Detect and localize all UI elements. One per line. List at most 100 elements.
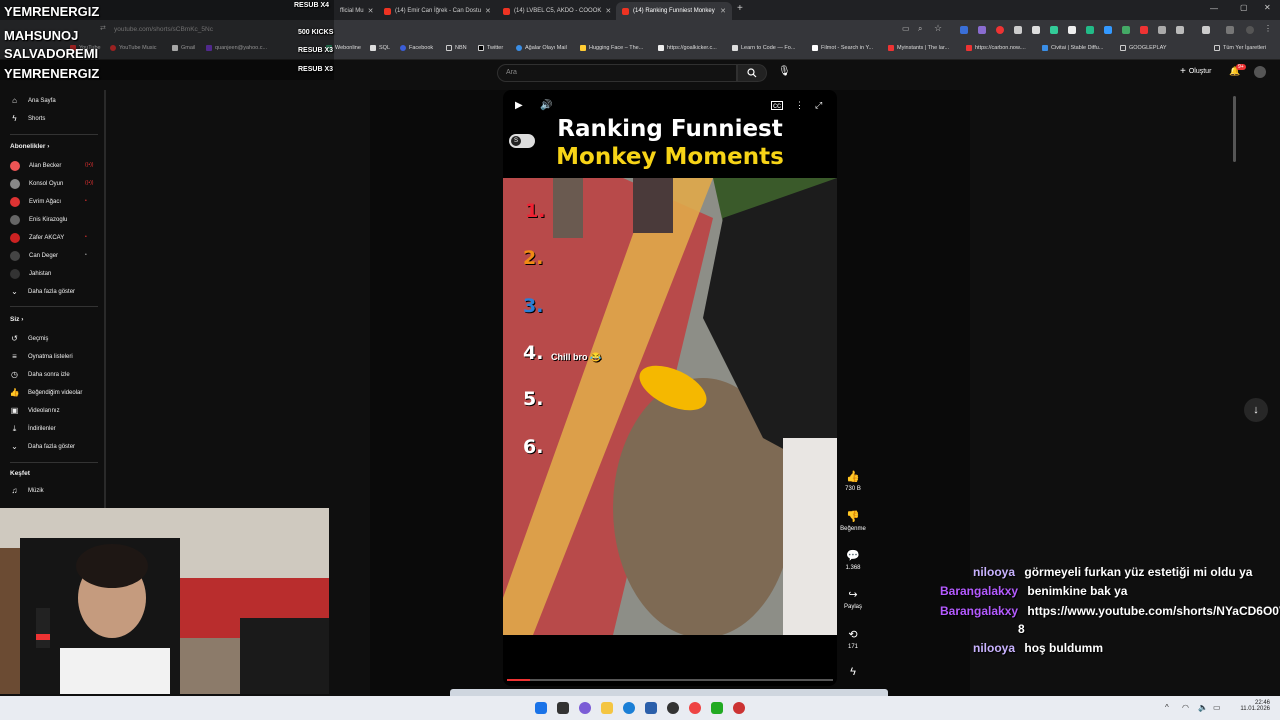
play-icon[interactable]: ▶ xyxy=(515,100,523,111)
edge-icon[interactable] xyxy=(623,702,635,714)
store-icon[interactable] xyxy=(645,702,657,714)
star-icon[interactable]: ☆ xyxy=(934,23,942,34)
sound-button[interactable]: ϟ xyxy=(840,666,866,681)
app-icon[interactable] xyxy=(733,702,745,714)
chrome-icon[interactable] xyxy=(689,702,701,714)
extension-icon[interactable] xyxy=(1122,26,1130,34)
wifi-icon[interactable]: ◠ xyxy=(1182,703,1189,712)
search-button[interactable] xyxy=(737,64,767,82)
remix-button[interactable]: ⟲ 171 xyxy=(840,628,866,650)
close-icon[interactable]: ✕ xyxy=(720,7,726,15)
volume-icon[interactable]: 🔈 xyxy=(1198,703,1208,712)
bookmark[interactable]: NBN xyxy=(446,45,467,51)
sidebar-item-watch-later[interactable]: ◷ Daha sonra izle xyxy=(10,370,70,379)
minimize-icon[interactable]: — xyxy=(1210,4,1218,13)
sidebar-item-shorts[interactable]: ϟ Shorts xyxy=(10,114,45,123)
extension-icon[interactable] xyxy=(1032,26,1040,34)
subscriptions-header[interactable]: Abonelikler › xyxy=(10,143,49,150)
install-icon[interactable]: ▭ xyxy=(902,24,910,33)
bookmark[interactable]: https://goalkicker.c... xyxy=(658,45,717,51)
sidebar-scrollbar[interactable] xyxy=(104,90,106,510)
bookmark[interactable]: Myinstants | The lar... xyxy=(888,45,949,51)
start-icon[interactable] xyxy=(535,702,547,714)
file-explorer-icon[interactable] xyxy=(601,702,613,714)
bookmark[interactable]: Facebook xyxy=(400,45,433,51)
sidepanel-icon[interactable] xyxy=(1226,26,1234,34)
extension-icon[interactable] xyxy=(978,26,986,34)
browser-tab-active[interactable]: (14) Ranking Funniest Monkey ✕ xyxy=(616,2,732,20)
taskview-icon[interactable] xyxy=(557,702,569,714)
bookmark[interactable]: https://carbon.now.... xyxy=(966,45,1026,51)
like-button[interactable]: 👍 730 B xyxy=(840,470,866,492)
sidebar-item-downloads[interactable]: ⤓ İndirilenler xyxy=(10,424,56,433)
share-button[interactable]: ↪ Paylaş xyxy=(840,588,866,610)
sidebar-item-subscription[interactable]: Alan Becker xyxy=(10,161,61,171)
browser-tab[interactable]: (14) Emir Can İğrek - Can Dostu ✕ xyxy=(378,2,494,20)
sidebar-item-subscription[interactable]: Enis Kirazoglu xyxy=(10,215,67,225)
show-more-button[interactable]: ⌄ Daha fazla göster xyxy=(10,287,75,296)
bookmark[interactable]: Hugging Face – The... xyxy=(580,45,643,51)
close-icon[interactable]: ✕ xyxy=(485,7,491,15)
page-scrollbar[interactable] xyxy=(1233,96,1236,162)
sidebar-item-subscription[interactable]: Konsol Oyun xyxy=(10,179,63,189)
extension-icon[interactable] xyxy=(1086,26,1094,34)
you-header[interactable]: Siz › xyxy=(10,316,23,323)
download-icon[interactable] xyxy=(1202,26,1210,34)
bookmark[interactable]: Twitter xyxy=(478,45,503,51)
extensions-puzzle-icon[interactable] xyxy=(1176,26,1184,34)
bookmark-folder[interactable]: Tüm Yer İşaretleri xyxy=(1214,45,1266,51)
bookmark[interactable]: Civitai | Stable Diffu... xyxy=(1042,45,1103,51)
shorts-player[interactable]: ▶ 🔊 cc ⋮ ⤢ S Ranking Funniest Monkey Mom… xyxy=(503,90,837,686)
sidebar-item-subscription[interactable]: Jahistan xyxy=(10,269,51,279)
sidebar-item-your-videos[interactable]: ▣ Videolarınız xyxy=(10,406,60,415)
app-icon[interactable] xyxy=(711,702,723,714)
volume-icon[interactable]: 🔊 xyxy=(540,100,552,111)
sidebar-item-subscription[interactable]: Zafer AKCAY xyxy=(10,233,64,243)
fullscreen-icon[interactable]: ⤢ xyxy=(815,100,822,111)
extension-icon[interactable] xyxy=(1158,26,1166,34)
bookmark[interactable]: Learn to Code — Fo... xyxy=(732,45,795,51)
sidebar-item-liked[interactable]: 👍 Beğendiğim videolar xyxy=(10,388,83,397)
search-input[interactable]: Ara xyxy=(497,64,737,82)
battery-icon[interactable]: ▭ xyxy=(1213,703,1221,712)
bookmark[interactable]: SQL xyxy=(370,45,390,51)
sidebar-item-subscription[interactable]: Can Deger xyxy=(10,251,58,261)
new-tab-icon[interactable]: + xyxy=(737,3,743,14)
tray-chevron-icon[interactable]: ^ xyxy=(1165,703,1169,712)
progress-bar[interactable] xyxy=(507,679,833,681)
profile-avatar[interactable] xyxy=(1246,26,1254,34)
obs-icon[interactable] xyxy=(667,702,679,714)
bookmark-folder[interactable]: GOOGLEPLAY xyxy=(1120,45,1167,51)
maximize-icon[interactable]: ▢ xyxy=(1240,3,1248,12)
extension-icon[interactable] xyxy=(1050,26,1058,34)
dislike-button[interactable]: 👎 Beğenme xyxy=(840,510,866,532)
close-icon[interactable]: ✕ xyxy=(605,7,611,15)
extension-icon[interactable] xyxy=(960,26,968,34)
sidebar-item-music[interactable]: ♫ Müzik xyxy=(10,486,44,495)
captions-icon[interactable]: cc xyxy=(771,101,783,110)
show-more-button[interactable]: ⌄ Daha fazla göster xyxy=(10,442,75,451)
more-icon[interactable]: ⋮ xyxy=(795,100,804,111)
comments-button[interactable]: 💬 1.368 xyxy=(840,549,866,571)
close-window-icon[interactable]: ✕ xyxy=(1264,3,1271,12)
close-icon[interactable]: ✕ xyxy=(368,7,374,15)
sidebar-item-subscription[interactable]: Evrim Ağacı xyxy=(10,197,61,207)
copilot-icon[interactable] xyxy=(579,702,591,714)
bookmark[interactable]: Ağalar Olayı Mail xyxy=(516,45,567,51)
create-button[interactable]: + Oluştur xyxy=(1180,66,1211,77)
bookmark[interactable]: Filmot - Search in Y... xyxy=(812,45,873,51)
extension-icon[interactable] xyxy=(1068,26,1076,34)
zoom-icon[interactable]: ⌕ xyxy=(918,24,922,34)
extension-icon[interactable] xyxy=(1104,26,1112,34)
browser-tab[interactable]: fficial Mu ✕ xyxy=(334,2,374,20)
sidebar-item-playlists[interactable]: ≡ Oynatma listeleri xyxy=(10,352,73,361)
sidebar-item-history[interactable]: ↺ Geçmiş xyxy=(10,334,48,343)
next-video-button[interactable]: ↓ xyxy=(1244,398,1268,422)
extension-icon[interactable] xyxy=(996,26,1004,34)
sidebar-item-home[interactable]: ⌂ Ana Sayfa xyxy=(10,96,56,105)
avatar[interactable] xyxy=(1254,66,1266,78)
extension-icon[interactable] xyxy=(1140,26,1148,34)
menu-icon[interactable]: ⋮ xyxy=(1264,24,1272,33)
extension-icon[interactable] xyxy=(1014,26,1022,34)
browser-tab[interactable]: (14) LVBEL C5, AKDO - COOOK ✕ xyxy=(497,2,613,20)
